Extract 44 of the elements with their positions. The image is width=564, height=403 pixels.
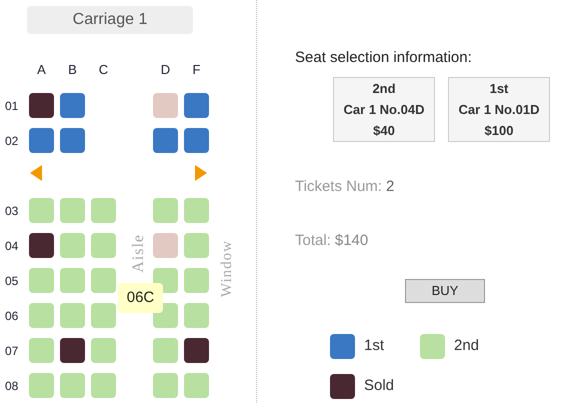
legend-label: Sold (364, 376, 394, 396)
ticket-seat: Car 1 No.01D (458, 98, 540, 120)
seat[interactable] (29, 128, 54, 153)
window-label: Window (218, 240, 236, 298)
row-label: 03 (5, 202, 20, 220)
right-arrow-icon[interactable] (195, 165, 207, 181)
left-arrow-icon[interactable] (30, 165, 42, 181)
seat-tooltip: 06C (118, 283, 163, 313)
legend-label: 1st (364, 336, 384, 356)
seat[interactable] (29, 93, 54, 118)
seat[interactable] (60, 338, 85, 363)
row-label: 04 (5, 238, 20, 254)
ticket-class: 1st (490, 80, 508, 98)
ticket-seat: Car 1 No.04D (344, 98, 424, 120)
column-label: B (67, 61, 78, 80)
tickets-num-value: 2 (386, 176, 394, 196)
seat[interactable] (60, 128, 85, 153)
seat[interactable] (60, 93, 85, 118)
row-label: 02 (5, 132, 20, 150)
seat[interactable] (153, 128, 178, 153)
carriage-title: Carriage 1 (27, 6, 193, 34)
column-label: C (98, 61, 110, 80)
row-label: 06 (5, 308, 20, 324)
seat[interactable] (184, 93, 209, 118)
row-label: 01 (5, 98, 20, 114)
seat[interactable] (184, 128, 209, 153)
selection-title: Seat selection information: (295, 48, 473, 68)
legend-label: 2nd (454, 336, 480, 356)
ticket-class: 2nd (372, 80, 396, 98)
column-label: A (36, 61, 47, 80)
column-label: F (192, 61, 202, 80)
tickets-num-label: Tickets Num: (295, 176, 382, 196)
ticket-price: $100 (484, 122, 514, 140)
row-label: 07 (5, 342, 20, 360)
total-value: $140 (334, 231, 368, 251)
ticket-price: $40 (373, 122, 395, 140)
column-label: D (160, 61, 172, 80)
row-label: 08 (5, 378, 20, 394)
total-label: Total: (295, 231, 331, 251)
aisle-label: Aisle (129, 234, 148, 273)
buy-button[interactable]: BUY (405, 278, 485, 302)
seat[interactable] (29, 233, 54, 258)
seat[interactable] (184, 338, 209, 363)
row-label: 05 (5, 272, 20, 290)
